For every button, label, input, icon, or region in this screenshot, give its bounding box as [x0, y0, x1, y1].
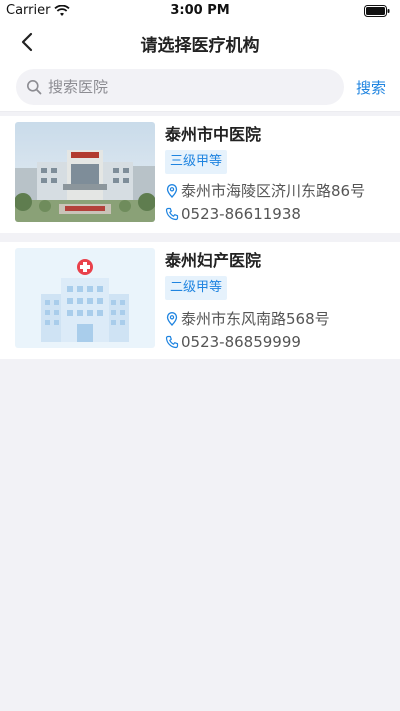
hospital-address: 泰州市东风南路568号: [181, 310, 330, 328]
search-button[interactable]: 搜索: [356, 77, 386, 98]
page-title: 请选择医疗机构: [140, 36, 260, 56]
hospital-name: 泰州妇产医院: [165, 251, 262, 270]
hospital-address: 泰州市海陵区济川东路86号: [181, 182, 366, 200]
hospital-name: 泰州市中医院: [165, 125, 262, 144]
hospital-card[interactable]: 泰州市中医院 三级甲等 泰州市海陵区济川东路86号 0523-86611938: [0, 116, 400, 233]
phone-icon: [165, 207, 179, 221]
search-input[interactable]: [48, 78, 318, 96]
phone-icon: [165, 335, 179, 349]
location-pin-icon: [166, 183, 178, 198]
hospital-level-badge: 三级甲等: [165, 150, 228, 174]
status-time: 3:00 PM: [170, 3, 230, 18]
location-pin-icon: [166, 311, 178, 326]
search-field[interactable]: [16, 69, 344, 105]
search-bar: 搜索: [0, 62, 400, 112]
hospital-building-illustration: [15, 248, 155, 348]
battery-icon: [364, 5, 390, 17]
search-icon: [27, 80, 42, 95]
hospital-card[interactable]: 泰州妇产医院 二级甲等 泰州市东风南路568号 0523-86859999: [0, 242, 400, 359]
hospital-level-badge: 二级甲等: [165, 276, 228, 300]
hospital-phone-row[interactable]: 0523-86611938: [165, 205, 301, 223]
nav-bar: 请选择医疗机构: [0, 22, 400, 62]
hospital-address-row: 泰州市海陵区济川东路86号: [165, 180, 365, 201]
status-bar: Carrier 3:00 PM: [0, 0, 400, 22]
hospital-photo: [15, 122, 155, 222]
hospital-address-row: 泰州市东风南路568号: [165, 308, 330, 329]
hospital-phone: 0523-86611938: [181, 205, 301, 223]
hospital-phone: 0523-86859999: [181, 333, 301, 351]
hospital-phone-row[interactable]: 0523-86859999: [165, 333, 301, 351]
